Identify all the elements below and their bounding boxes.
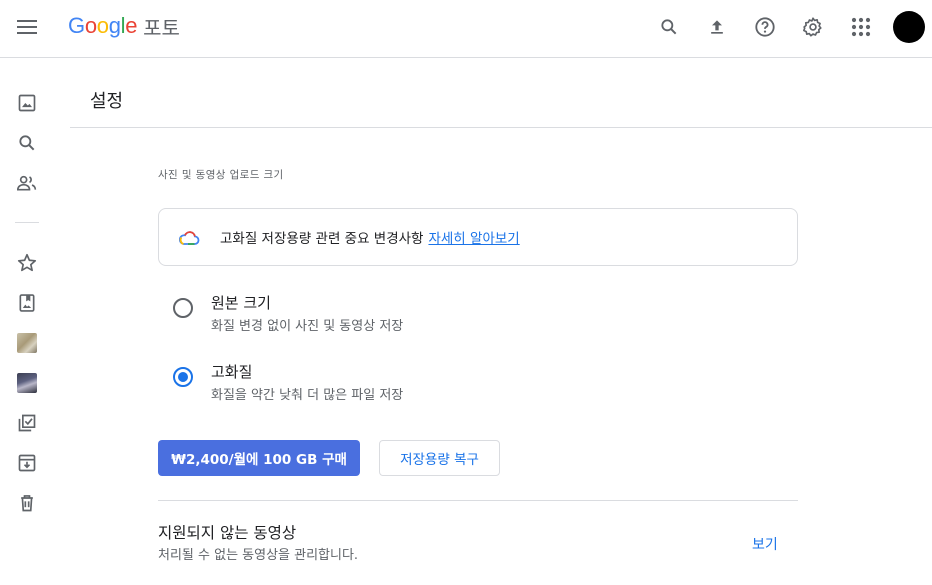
google-photos-logo[interactable]: Google 포토: [68, 12, 180, 40]
view-unsupported-videos-link[interactable]: 보기: [752, 534, 778, 554]
google-wordmark: Google: [68, 13, 137, 39]
logo-letter: G: [68, 13, 85, 38]
buy-storage-button[interactable]: ₩2,400/월에 100 GB 구매: [158, 440, 360, 476]
photos-icon[interactable]: [14, 90, 40, 116]
option-title: 원본 크기: [211, 294, 271, 312]
option-description: 화질을 약간 낮춰 더 많은 파일 저장: [211, 388, 404, 403]
menu-icon[interactable]: [13, 13, 41, 41]
storage-notice-card: 고화질 저장용량 관련 중요 변경사항 자세히 알아보기: [158, 208, 798, 266]
option-description: 화질 변경 없이 사진 및 동영상 저장: [211, 319, 404, 334]
settings-header: 설정: [70, 59, 932, 128]
section-divider: [158, 500, 798, 501]
unsupported-videos-title: 지원되지 않는 동영상: [158, 524, 297, 542]
option-original-quality[interactable]: 원본 크기 화질 변경 없이 사진 및 동영상 저장: [158, 292, 798, 340]
notice-message: 고화질 저장용량 관련 중요 변경사항: [220, 231, 424, 247]
trash-icon[interactable]: [14, 490, 40, 516]
recover-storage-button[interactable]: 저장용량 복구: [379, 440, 500, 476]
logo-letter: e: [125, 13, 138, 38]
album-thumb-1[interactable]: [17, 333, 37, 353]
page-title: 설정: [90, 91, 124, 112]
notice-text: 고화질 저장용량 관련 중요 변경사항 자세히 알아보기: [220, 227, 520, 247]
favorites-icon[interactable]: [14, 250, 40, 276]
product-name: 포토: [143, 15, 180, 40]
upload-icon[interactable]: [702, 12, 732, 42]
album-thumb-2[interactable]: [17, 373, 37, 393]
search-icon[interactable]: [14, 130, 40, 156]
apps-icon[interactable]: [846, 12, 876, 42]
cloud-icon: [177, 226, 201, 250]
radio-original-quality[interactable]: [173, 298, 193, 318]
radio-high-quality[interactable]: [173, 367, 193, 387]
logo-letter: o: [84, 13, 97, 38]
option-title: 고화질: [211, 363, 253, 381]
option-high-quality[interactable]: 고화질 화질을 약간 낮춰 더 많은 파일 저장: [158, 361, 798, 409]
top-bar: Google 포토: [0, 0, 932, 58]
learn-more-link[interactable]: 자세히 알아보기: [428, 231, 519, 247]
logo-letter: o: [96, 13, 109, 38]
album-icon[interactable]: [14, 290, 40, 316]
sidebar: [0, 59, 56, 585]
utilities-icon[interactable]: [14, 410, 40, 436]
help-icon[interactable]: [750, 12, 780, 42]
section-label-upload-size: 사진 및 동영상 업로드 크기: [158, 169, 284, 181]
account-avatar[interactable]: [893, 11, 925, 43]
search-icon[interactable]: [654, 12, 684, 42]
logo-letter: g: [108, 13, 121, 38]
sharing-icon[interactable]: [14, 170, 40, 196]
unsupported-videos-description: 처리될 수 없는 동영상을 관리합니다.: [158, 548, 359, 563]
sidebar-divider: [15, 222, 39, 223]
settings-icon[interactable]: [798, 12, 828, 42]
archive-icon[interactable]: [14, 450, 40, 476]
